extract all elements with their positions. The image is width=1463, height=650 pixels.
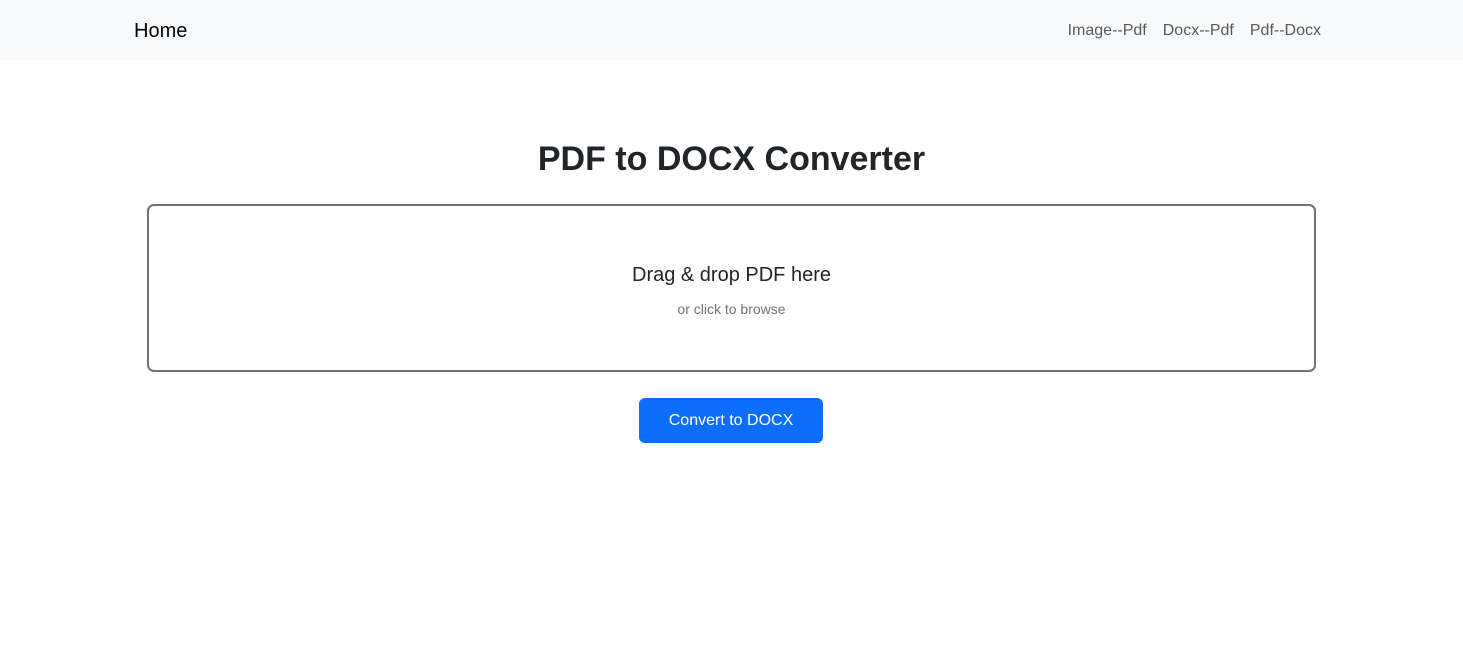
nav-link-docx-pdf[interactable]: Docx--Pdf — [1163, 20, 1234, 42]
dropzone-primary-text: Drag & drop PDF here — [632, 264, 831, 286]
dropzone-secondary-text: or click to browse — [677, 301, 786, 317]
top-navbar: Home Image--Pdf Docx--Pdf Pdf--Docx — [0, 0, 1463, 60]
convert-to-docx-button[interactable]: Convert to DOCX — [639, 398, 823, 443]
page-title: PDF to DOCX Converter — [537, 140, 926, 178]
home-link[interactable]: Home — [134, 18, 187, 44]
nav-link-image-pdf[interactable]: Image--Pdf — [1068, 20, 1147, 42]
nav-links: Image--Pdf Docx--Pdf Pdf--Docx — [1068, 20, 1321, 42]
nav-link-pdf-docx[interactable]: Pdf--Docx — [1250, 20, 1321, 42]
pdf-dropzone[interactable]: Drag & drop PDF here or click to browse — [147, 204, 1316, 372]
